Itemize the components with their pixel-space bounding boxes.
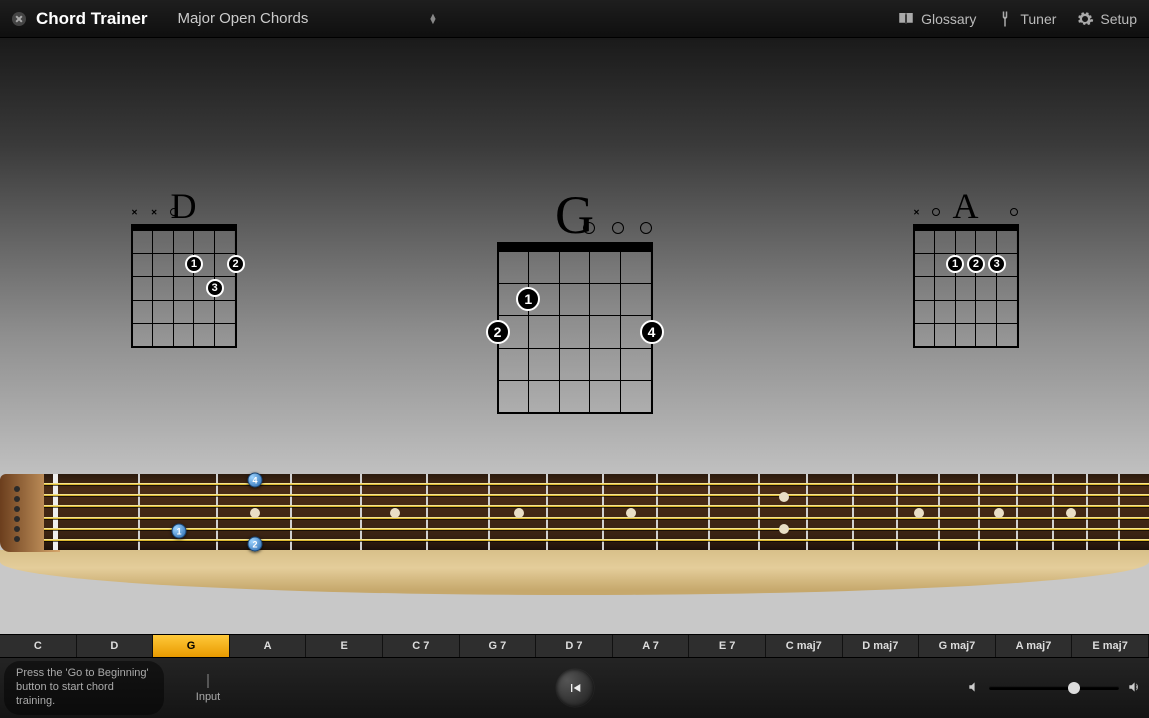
chord-slot[interactable]: A	[230, 635, 307, 657]
bottom-bar: Press the 'Go to Beginning' button to st…	[0, 658, 1149, 718]
top-bar: Chord Trainer Major Open Chords ▲▼ Gloss…	[0, 0, 1149, 38]
open-string-icon	[612, 222, 624, 234]
string-blank	[554, 222, 566, 234]
finger-dot: 2	[486, 320, 510, 344]
chord-slot[interactable]: A 7	[613, 635, 690, 657]
skip-back-icon	[567, 680, 583, 696]
chord-slot[interactable]: E	[306, 635, 383, 657]
fret-marker	[914, 508, 924, 518]
chevron-updown-icon: ▲▼	[429, 14, 438, 24]
open-string-icon	[932, 208, 940, 216]
input-meter[interactable]: Input	[188, 674, 228, 703]
string-blank	[497, 222, 509, 234]
neck-finger-dot: 1	[172, 524, 187, 539]
lesson-dropdown[interactable]: Major Open Chords ▲▼	[177, 10, 437, 27]
chord-selector-bar: CDGAEC 7G 7D 7A 7E 7C maj7D maj7G maj7A …	[0, 634, 1149, 658]
neck-finger-dot: 2	[248, 537, 263, 552]
chord-slot[interactable]: D maj7	[843, 635, 920, 657]
chord-slot[interactable]: E maj7	[1072, 635, 1149, 657]
fret-marker	[390, 508, 400, 518]
open-string-icon	[640, 222, 652, 234]
muted-string-icon: ✕	[150, 208, 158, 216]
string-blank	[189, 208, 197, 216]
tuner-button[interactable]: Tuner	[996, 10, 1056, 28]
chord-slot[interactable]: G maj7	[919, 635, 996, 657]
string-blank	[525, 222, 537, 234]
chord-label: D	[171, 188, 197, 224]
chord-prev[interactable]: D ✕✕ 123	[131, 188, 237, 348]
finger-dot: 4	[640, 320, 664, 344]
chord-diagram: ✕ 123	[913, 224, 1019, 348]
chord-slot[interactable]: D	[77, 635, 154, 657]
string-blank	[228, 208, 236, 216]
chord-slot[interactable]: E 7	[689, 635, 766, 657]
muted-string-icon: ✕	[913, 208, 921, 216]
string-blank	[952, 208, 960, 216]
tuning-fork-icon	[996, 10, 1014, 28]
fret-marker	[250, 508, 260, 518]
open-string-icon	[170, 208, 178, 216]
fret-marker	[994, 508, 1004, 518]
volume-high-icon[interactable]	[1127, 680, 1141, 697]
chord-diagram: ✕✕ 123	[131, 224, 237, 348]
chord-slot[interactable]: C	[0, 635, 77, 657]
close-icon[interactable]	[12, 12, 26, 26]
volume-thumb[interactable]	[1068, 682, 1080, 694]
volume-slider[interactable]	[989, 686, 1119, 690]
fret-marker	[514, 508, 524, 518]
finger-dot: 2	[967, 255, 985, 273]
chord-label: A	[953, 188, 979, 224]
setup-button[interactable]: Setup	[1076, 10, 1137, 28]
string-blank	[209, 208, 217, 216]
finger-dot: 1	[185, 255, 203, 273]
string-blank	[991, 208, 999, 216]
muted-string-icon: ✕	[131, 208, 139, 216]
chord-diagram: 124	[497, 242, 653, 414]
fret-marker	[626, 508, 636, 518]
guitar-neck: 4 1 2	[0, 474, 1149, 604]
neck-finger-dot: 4	[248, 473, 263, 488]
go-to-beginning-button[interactable]	[556, 669, 594, 707]
volume-control	[967, 680, 1141, 697]
finger-dot: 3	[988, 255, 1006, 273]
finger-dot: 1	[516, 287, 540, 311]
chord-slot[interactable]: C maj7	[766, 635, 843, 657]
open-string-icon	[1010, 208, 1018, 216]
book-icon	[897, 10, 915, 28]
finger-dot: 2	[227, 255, 245, 273]
chord-slot[interactable]: C 7	[383, 635, 460, 657]
gear-icon	[1076, 10, 1094, 28]
chord-slot[interactable]: A maj7	[996, 635, 1073, 657]
hint-bubble: Press the 'Go to Beginning' button to st…	[4, 661, 164, 714]
lesson-label: Major Open Chords	[177, 10, 308, 27]
volume-low-icon[interactable]	[967, 680, 981, 697]
open-string-icon	[583, 222, 595, 234]
fret-marker	[779, 492, 789, 502]
finger-dot: 1	[946, 255, 964, 273]
fret-marker	[779, 524, 789, 534]
finger-dot: 3	[206, 279, 224, 297]
chord-slot[interactable]: G	[153, 635, 230, 657]
fret-marker	[1066, 508, 1076, 518]
chord-next[interactable]: A ✕ 123	[913, 188, 1019, 348]
chord-stage: D ✕✕ 123 G	[0, 38, 1149, 634]
glossary-button[interactable]: Glossary	[897, 10, 976, 28]
chord-slot[interactable]: D 7	[536, 635, 613, 657]
app-title: Chord Trainer	[36, 9, 147, 29]
chord-slot[interactable]: G 7	[460, 635, 537, 657]
chord-current: G 124	[497, 188, 653, 414]
string-blank	[971, 208, 979, 216]
